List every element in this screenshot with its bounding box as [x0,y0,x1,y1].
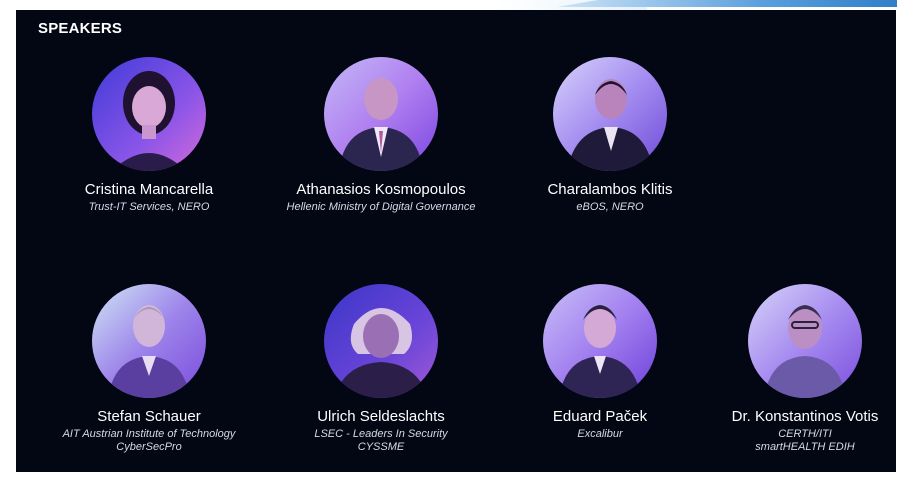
speaker-affiliation-secondary: smartHEALTH EDIH [755,441,855,453]
speaker-name: Dr. Konstantinos Votis [731,408,879,425]
speaker-card: Dr. Konstantinos Votis CERTH/ITI smartHE… [685,284,896,454]
speaker-photo [324,284,438,398]
speaker-affiliation: Excalibur [577,428,623,440]
avatar-portrait-icon [324,284,438,398]
avatar-portrait-icon [543,284,657,398]
speaker-name: Charalambos Klitis [547,181,673,198]
avatar-portrait-icon [553,57,667,171]
speaker-name: Stefan Schauer [97,408,201,425]
speaker-name: Cristina Mancarella [84,181,214,198]
speaker-card: Athanasios Kosmopoulos Hellenic Ministry… [261,57,501,214]
section-title: SPEAKERS [38,20,123,37]
avatar-portrait-icon [324,57,438,171]
speaker-affiliation-secondary: CyberSecPro [116,441,182,453]
speaker-name: Eduard Paček [552,408,648,425]
avatar-portrait-icon [748,284,862,398]
speakers-slide: SPEAKERS Cristina Mancarella Trust-IT Se… [16,10,896,472]
speaker-photo [553,57,667,171]
speaker-affiliation: Trust-IT Services, NERO [88,201,210,213]
speaker-card: Stefan Schauer AIT Austrian Institute of… [29,284,269,454]
avatar-portrait-icon [92,57,206,171]
speaker-photo [748,284,862,398]
speaker-photo [324,57,438,171]
speaker-name: Ulrich Seldeslachts [317,408,445,425]
speaker-affiliation: AIT Austrian Institute of Technology [62,428,236,440]
banner-accent-blue [557,0,897,7]
top-banner-strip [0,0,897,10]
speaker-affiliation-secondary: CYSSME [357,441,405,453]
speaker-card: Cristina Mancarella Trust-IT Services, N… [29,57,269,214]
speaker-card: Eduard Paček Excalibur [480,284,720,441]
speaker-photo [543,284,657,398]
speaker-name: Athanasios Kosmopoulos [296,181,466,198]
speaker-affiliation: Hellenic Ministry of Digital Governance [286,201,476,213]
speaker-card: Charalambos Klitis eBOS, NERO [490,57,730,214]
speaker-photo [92,57,206,171]
speaker-card: Ulrich Seldeslachts LSEC - Leaders In Se… [261,284,501,454]
speaker-affiliation: CERTH/ITI [778,428,832,440]
avatar-portrait-icon [92,284,206,398]
speaker-photo [92,284,206,398]
speaker-affiliation: LSEC - Leaders In Security [314,428,448,440]
speaker-affiliation: eBOS, NERO [576,201,644,213]
